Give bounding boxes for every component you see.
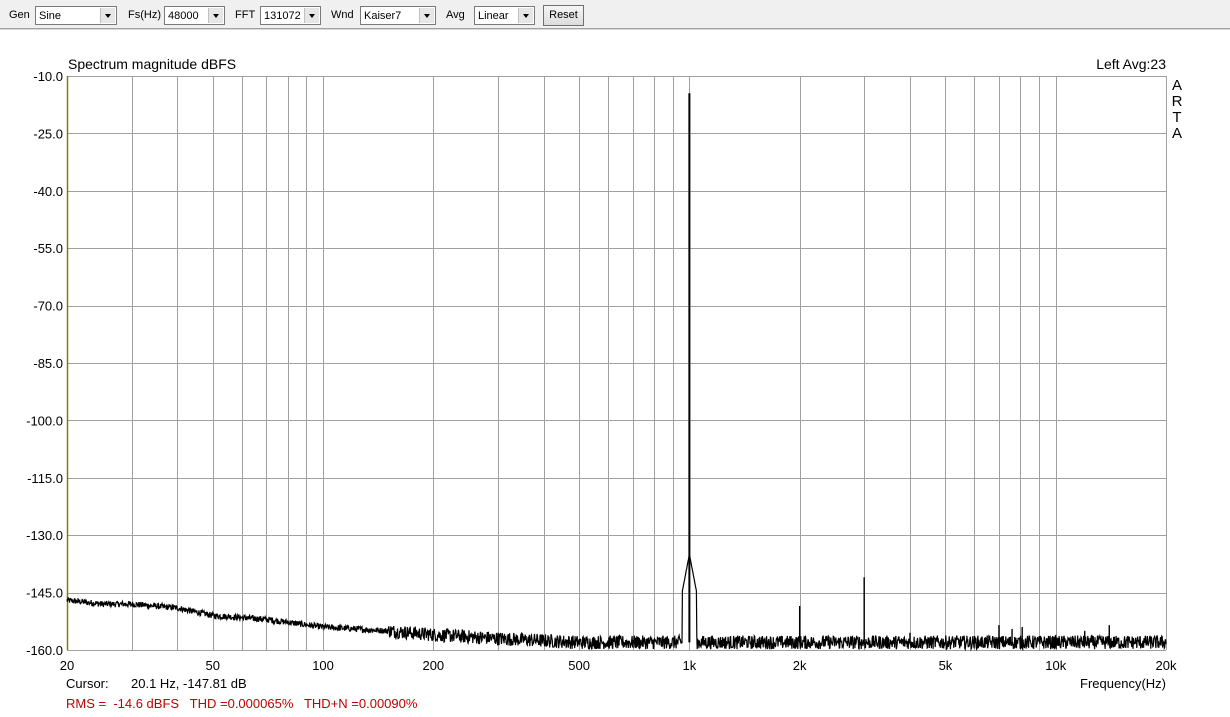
generator-select[interactable]: Sine bbox=[35, 6, 117, 25]
brand-letter: R bbox=[1172, 93, 1183, 110]
cursor-value: 20.1 Hz, -147.81 dB bbox=[131, 676, 247, 691]
y-tick-label: -10.0 bbox=[33, 69, 63, 84]
chart-title: Spectrum magnitude dBFS bbox=[68, 56, 236, 72]
chevron-down-icon[interactable] bbox=[419, 8, 434, 23]
x-tick-label: 50 bbox=[206, 658, 220, 673]
x-tick-label: 10k bbox=[1045, 658, 1066, 673]
y-tick-label: -100.0 bbox=[26, 413, 63, 428]
averaging-select[interactable]: Linear bbox=[474, 6, 535, 25]
fft-label: FFT bbox=[235, 9, 256, 21]
grid bbox=[66, 76, 1167, 651]
measurement-stats: RMS = -14.6 dBFS THD =0.000065% THD+N =0… bbox=[66, 696, 418, 711]
x-tick-label: 2k bbox=[793, 658, 807, 673]
chevron-down-icon[interactable] bbox=[304, 8, 319, 23]
x-axis-label: Frequency(Hz) bbox=[1080, 676, 1166, 691]
y-tick-label: -145.0 bbox=[26, 586, 63, 601]
toolbar: Gen Sine Fs(Hz) 48000 FFT 131072 Wnd Kai… bbox=[0, 0, 1230, 29]
x-tick-label: 100 bbox=[312, 658, 334, 673]
fs-label: Fs(Hz) bbox=[128, 9, 161, 21]
chevron-down-icon[interactable] bbox=[518, 8, 533, 23]
spectrum-trace bbox=[66, 93, 1167, 652]
x-tick-label: 200 bbox=[422, 658, 444, 673]
x-tick-labels: 20 50 100 200 500 1k 2k 5k 10k 20k bbox=[60, 658, 1177, 673]
chevron-down-icon[interactable] bbox=[100, 8, 115, 23]
x-tick-label: 20 bbox=[60, 658, 74, 673]
averaging-value: Linear bbox=[478, 10, 509, 22]
x-tick-label: 20k bbox=[1156, 658, 1177, 673]
y-tick-label: -160.0 bbox=[26, 643, 63, 658]
y-tick-label: -115.0 bbox=[27, 471, 63, 486]
window-value: Kaiser7 bbox=[364, 10, 402, 22]
channel-label: Left Avg:23 bbox=[1096, 56, 1166, 72]
noise-floor-line bbox=[66, 554, 1167, 652]
y-tick-labels: -10.0 -25.0 -40.0 -55.0 -70.0 -85.0 -100.0 -115… bbox=[26, 69, 63, 658]
y-tick-label: -85.0 bbox=[33, 356, 63, 371]
fft-size-value: 131072 bbox=[264, 10, 301, 22]
brand-letter: T bbox=[1172, 109, 1181, 126]
chevron-down-icon[interactable] bbox=[208, 8, 223, 23]
y-tick-label: -40.0 bbox=[33, 184, 63, 199]
window-select[interactable]: Kaiser7 bbox=[360, 6, 436, 25]
cursor-label: Cursor: bbox=[66, 676, 109, 691]
avg-label: Avg bbox=[446, 9, 465, 21]
y-tick-label: -130.0 bbox=[26, 528, 63, 543]
y-tick-label: -25.0 bbox=[33, 126, 63, 141]
brand-letter: A bbox=[1172, 77, 1182, 94]
gen-label: Gen bbox=[9, 9, 30, 21]
spectrum-chart[interactable]: -10.0 -25.0 -40.0 -55.0 -70.0 -85.0 -100.0 -115… bbox=[0, 29, 1230, 717]
sample-rate-select[interactable]: 48000 bbox=[164, 6, 225, 25]
reset-button[interactable]: Reset bbox=[543, 5, 584, 26]
generator-value: Sine bbox=[39, 10, 62, 22]
y-tick-label: -70.0 bbox=[33, 299, 63, 314]
sample-rate-value: 48000 bbox=[168, 10, 199, 22]
y-tick-label: -55.0 bbox=[33, 241, 63, 256]
brand-letter: A bbox=[1172, 125, 1182, 142]
x-tick-label: 5k bbox=[939, 658, 953, 673]
fft-size-select[interactable]: 131072 bbox=[260, 6, 321, 25]
x-tick-label: 500 bbox=[568, 658, 590, 673]
wnd-label: Wnd bbox=[331, 9, 354, 21]
x-tick-label: 1k bbox=[683, 658, 697, 673]
